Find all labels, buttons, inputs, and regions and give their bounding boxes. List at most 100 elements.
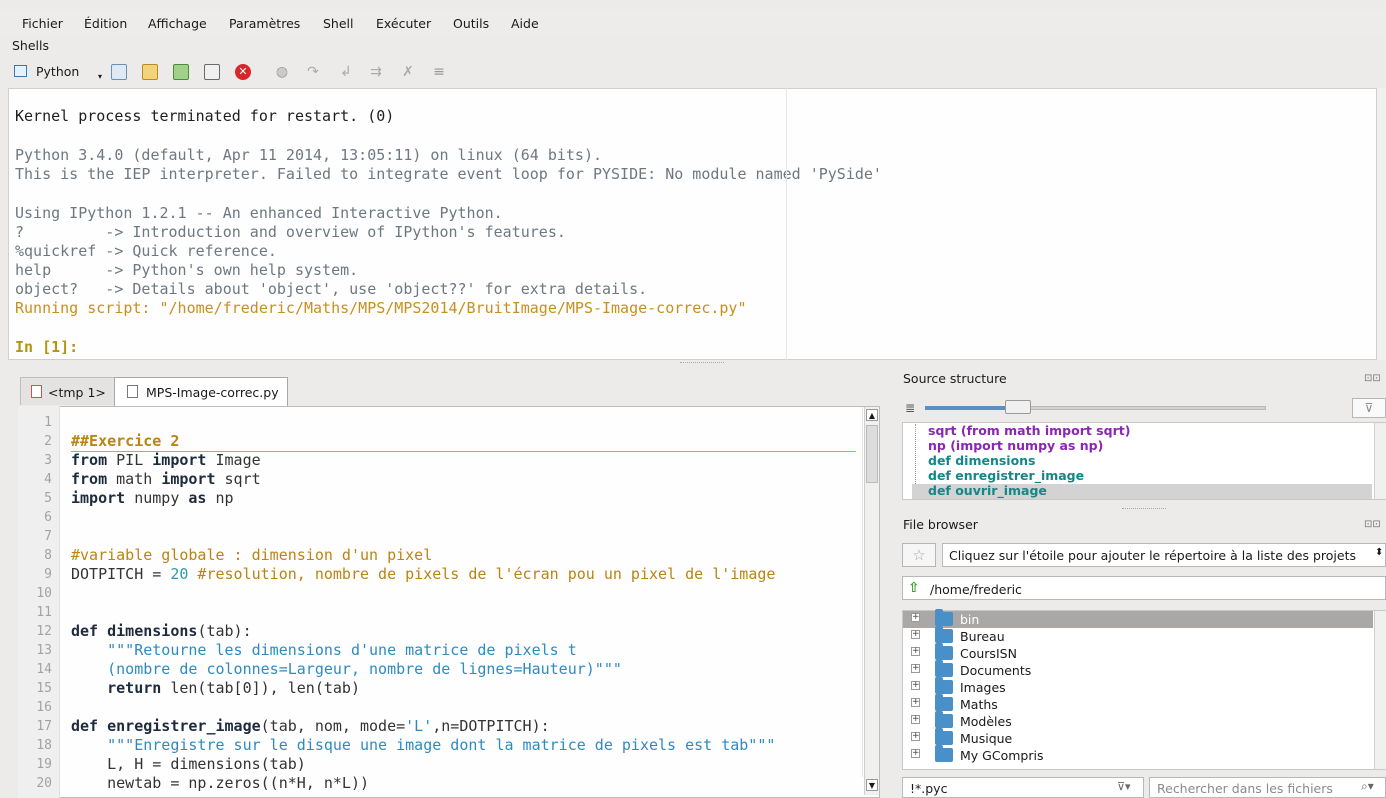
menu-executer[interactable]: Exécuter	[376, 16, 431, 31]
filter-icon[interactable]: ⊽▾	[1117, 780, 1131, 793]
splitter-handle[interactable]	[680, 362, 724, 366]
shell-line: %quickref -> Quick reference.	[15, 242, 277, 260]
shell-output[interactable]: Kernel process terminated for restart. (…	[8, 88, 1378, 360]
expand-icon[interactable]: +	[911, 698, 920, 707]
expand-icon[interactable]: +	[911, 732, 920, 741]
close-icon[interactable]: ✕	[235, 64, 251, 80]
scroll-thumb[interactable]	[866, 425, 878, 483]
line-number: 15	[36, 681, 52, 696]
restart-icon[interactable]	[173, 64, 189, 80]
line-number: 14	[36, 662, 52, 677]
structure-item[interactable]: def enregistrer_image	[928, 468, 1084, 483]
shell-selector-button[interactable]: Python ▾	[12, 62, 102, 82]
structure-item[interactable]: def dimensions	[928, 453, 1036, 468]
structure-item[interactable]: def ouvrir_image	[928, 483, 1047, 498]
file-icon	[31, 385, 42, 398]
folder-row[interactable]: + Bureau	[903, 626, 1373, 645]
terminate-icon[interactable]	[204, 64, 220, 80]
search-icon[interactable]: ⌕▾	[1361, 779, 1374, 794]
step-in-icon[interactable]: ↲	[338, 64, 354, 80]
line-number: 20	[36, 776, 52, 791]
panel-undock-icon[interactable]: ⊡⊡	[1364, 519, 1386, 531]
shell-scrollbar[interactable]	[1376, 88, 1386, 360]
folder-row[interactable]: + Documents	[903, 660, 1373, 679]
stack-icon[interactable]: ≡	[431, 64, 447, 80]
structure-item[interactable]: np (import numpy as np)	[928, 438, 1103, 453]
line-number: 5	[44, 491, 52, 506]
filter-icon[interactable]: ⊽	[1352, 398, 1386, 418]
filter-input[interactable]: !*.pyc ⊽▾	[902, 777, 1144, 798]
expand-icon[interactable]: +	[911, 613, 920, 622]
up-folder-icon[interactable]: ⇧	[908, 580, 920, 596]
folder-row[interactable]: + bin	[903, 609, 1373, 628]
edge-line	[786, 88, 787, 360]
folder-row[interactable]: + Modèles	[903, 711, 1373, 730]
folder-icon	[935, 660, 953, 677]
folder-row[interactable]: + Musique	[903, 728, 1373, 747]
code-line: DOTPITCH = 20 #resolution, nombre de pix…	[71, 565, 776, 583]
step-out-icon[interactable]: ⇉	[368, 64, 384, 80]
structure-item[interactable]: sqrt (from math import sqrt)	[928, 423, 1130, 438]
expand-icon[interactable]: +	[911, 715, 920, 724]
menu-outils[interactable]: Outils	[453, 16, 489, 31]
project-select[interactable]: Cliquez sur l'étoile pour ajouter le rép…	[942, 543, 1386, 567]
search-input[interactable]: Rechercher dans les fichiers ⌕▾	[1149, 777, 1386, 798]
folder-row[interactable]: + Images	[903, 677, 1373, 696]
expand-icon[interactable]: +	[911, 681, 920, 690]
expand-icon[interactable]: +	[911, 664, 920, 673]
menu-fichier[interactable]: Fichier	[22, 16, 63, 31]
zoom-slider[interactable]	[925, 400, 1266, 414]
code-line: from PIL import Image	[71, 451, 261, 469]
menu-shell[interactable]: Shell	[323, 16, 354, 31]
path-text: /home/frederic	[930, 582, 1022, 597]
shell-line: help -> Python's own help system.	[15, 261, 359, 279]
scroll-down-icon[interactable]: ▼	[866, 779, 878, 791]
line-number: 3	[44, 453, 52, 468]
menu-aide[interactable]: Aide	[511, 16, 539, 31]
menu-affichage[interactable]: Affichage	[148, 16, 207, 31]
folder-row[interactable]: + My GCompris	[903, 745, 1373, 764]
folder-icon	[935, 677, 953, 694]
line-number: 10	[36, 586, 52, 601]
splitter-handle[interactable]	[1122, 508, 1166, 511]
expand-icon[interactable]: +	[911, 630, 920, 639]
folder-row[interactable]: + CoursISN	[903, 643, 1373, 662]
line-number: 16	[36, 700, 52, 715]
slider-handle[interactable]	[1005, 400, 1031, 414]
project-select-label: Cliquez sur l'étoile pour ajouter le rép…	[949, 548, 1356, 563]
chevron-updown-icon: ⬍	[1375, 547, 1384, 558]
code-line: def enregistrer_image(tab, nom, mode='L'…	[71, 717, 550, 735]
folder-icon	[935, 643, 953, 660]
tab-tmp1[interactable]: <tmp 1>	[20, 377, 115, 405]
code-line: newtab = np.zeros((n*H, n*L))	[71, 774, 370, 792]
file-tree-scrollbar[interactable]	[1374, 611, 1386, 769]
line-number: 17	[36, 719, 52, 734]
star-project-button[interactable]: ☆	[902, 543, 936, 567]
editor-scrollbar[interactable]: ▲ ▼	[864, 407, 879, 795]
scroll-up-icon[interactable]: ▲	[866, 409, 878, 421]
shell-prompt: In [1]:	[15, 338, 79, 356]
menu-edition[interactable]: Édition	[84, 16, 127, 31]
folder-icon	[935, 745, 953, 762]
source-structure-title: Source structure	[903, 371, 1007, 386]
line-number: 1	[44, 415, 52, 430]
tab-mps-image-correc[interactable]: MPS-Image-correc.py	[114, 377, 288, 406]
path-input[interactable]: ⇧ /home/frederic	[902, 576, 1386, 600]
menu-parametres[interactable]: Paramètres	[229, 16, 300, 31]
panel-undock-icon[interactable]: ⊡⊡	[1364, 373, 1386, 385]
structure-scrollbar[interactable]	[1374, 423, 1386, 499]
menu-bar: Fichier Édition Affichage Paramètres She…	[0, 10, 1386, 36]
folder-icon	[935, 711, 953, 728]
python-label: Python	[36, 64, 80, 79]
expand-icon[interactable]: +	[911, 749, 920, 758]
step-over-icon[interactable]: ↷	[305, 64, 321, 80]
edit-shell-icon[interactable]	[111, 64, 127, 80]
debug-icon[interactable]: ◍	[274, 64, 290, 80]
expand-icon[interactable]: +	[911, 647, 920, 656]
stop-debug-icon[interactable]: ✗	[400, 64, 416, 80]
filter-value: !*.pyc	[910, 781, 948, 796]
folder-row[interactable]: + Maths	[903, 694, 1373, 713]
shell-line: This is the IEP interpreter. Failed to i…	[15, 165, 882, 183]
interrupt-icon[interactable]	[142, 64, 158, 80]
line-number: 13	[36, 643, 52, 658]
